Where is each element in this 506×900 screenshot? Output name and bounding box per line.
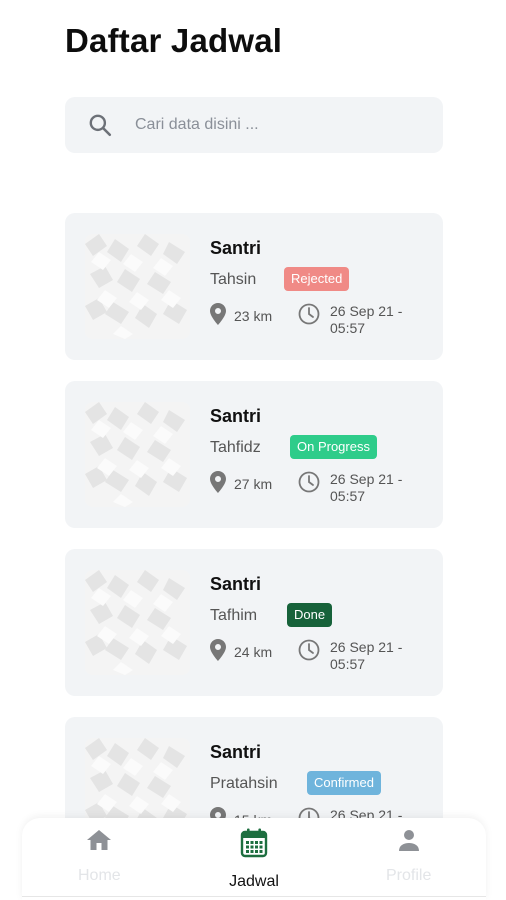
search-icon [65,112,135,138]
distance-info: 27 km [210,471,272,496]
datetime-value: 26 Sep 21 - 05:57 [330,639,403,672]
bottom-navigation: Home Jadwal Profile [22,818,486,900]
location-pin-icon [210,303,226,328]
divider [22,896,486,897]
status-badge: On Progress [290,435,377,459]
nav-home-label: Home [77,867,121,884]
datetime-info: 26 Sep 21 - 05:57 [298,639,420,673]
datetime-value: 26 Sep 21 - 05:57 [330,471,403,504]
student-name: Santri [210,574,262,594]
student-name: Santri [210,742,262,762]
student-name: Santri [210,406,262,426]
location-pin-icon [210,471,226,496]
nav-profile[interactable]: Profile [331,818,486,900]
status-badge: Confirmed [307,771,381,795]
clock-icon [298,471,320,496]
distance-value: 27 km [234,475,273,492]
thumbnail-image [85,402,190,507]
page-title: Daftar Jadwal [65,22,283,59]
schedule-card[interactable]: Santri Tahsin Rejected 23 km 26 Sep 21 -… [65,213,443,360]
clock-icon [298,303,320,328]
nav-home[interactable]: Home [22,818,177,900]
program-label: Tahfidz [210,439,261,456]
thumbnail-image [85,570,190,675]
schedule-card[interactable]: Santri Tafhim Done 24 km 26 Sep 21 - 05:… [65,549,443,696]
distance-info: 24 km [210,639,272,664]
thumbnail-image [85,234,190,339]
search-bar[interactable] [65,97,443,153]
datetime-info: 26 Sep 21 - 05:57 [298,471,420,505]
program-label: Tafhim [210,607,258,624]
nav-profile-label: Profile [386,867,432,884]
schedule-card[interactable]: Santri Tahfidz On Progress 27 km 26 Sep … [65,381,443,528]
person-icon [397,828,421,857]
status-badge: Done [287,603,333,627]
datetime-value: 26 Sep 21 - 05:57 [330,303,403,336]
calendar-icon [240,828,268,863]
datetime-info: 26 Sep 21 - 05:57 [298,303,420,337]
program-label: Tahsin [210,271,257,288]
status-badge: Rejected [284,267,350,291]
nav-jadwal[interactable]: Jadwal [177,818,332,900]
home-icon [86,828,112,857]
nav-jadwal-label: Jadwal [229,873,279,890]
distance-value: 24 km [234,643,273,660]
clock-icon [298,639,320,664]
schedule-list: Santri Tahsin Rejected 23 km 26 Sep 21 -… [65,213,443,885]
student-name: Santri [210,238,262,258]
search-input[interactable] [135,116,415,134]
location-pin-icon [210,639,226,664]
distance-info: 23 km [210,303,272,328]
program-label: Pratahsin [210,775,278,792]
distance-value: 23 km [234,307,273,324]
